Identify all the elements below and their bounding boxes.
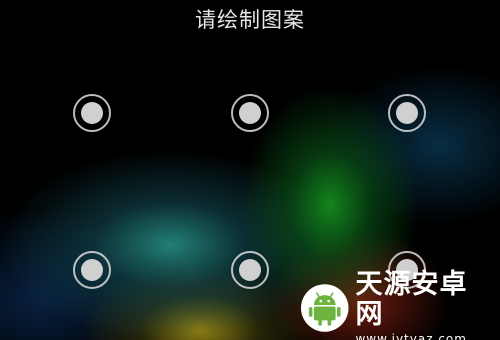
lock-screen: 请绘制图案 天源安卓网 www.jytyaz.com xyxy=(0,0,500,340)
pattern-dot-1[interactable] xyxy=(73,94,111,132)
pattern-dot-center xyxy=(239,102,261,124)
watermark-site-name: 天源安卓网 xyxy=(355,269,468,330)
android-robot-icon xyxy=(300,284,349,332)
site-watermark: 天源安卓网 www.jytyaz.com xyxy=(296,270,494,340)
pattern-dot-5[interactable] xyxy=(231,251,269,289)
pattern-dot-center xyxy=(239,259,261,281)
pattern-dot-4[interactable] xyxy=(73,251,111,289)
pattern-dot-3[interactable] xyxy=(388,94,426,132)
pattern-dot-center xyxy=(396,102,418,124)
pattern-dot-center xyxy=(81,259,103,281)
pattern-dot-center xyxy=(81,102,103,124)
pattern-prompt: 请绘制图案 xyxy=(195,8,305,32)
watermark-site-url: www.jytyaz.com xyxy=(355,332,467,340)
pattern-dot-2[interactable] xyxy=(231,94,269,132)
